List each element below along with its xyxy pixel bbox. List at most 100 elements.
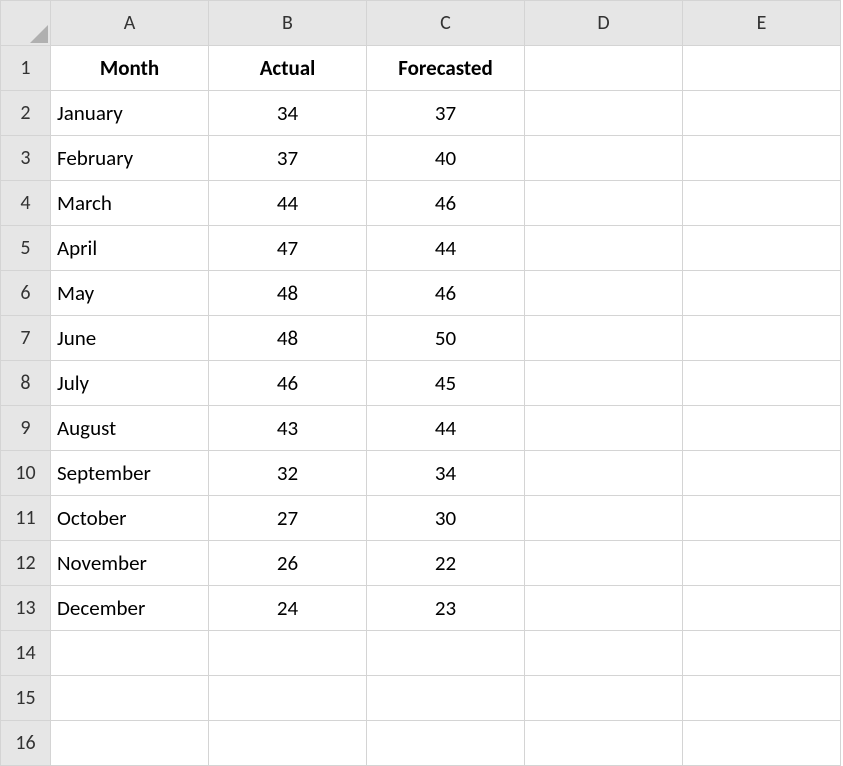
cell-E6[interactable] [683,271,841,316]
cell-C2[interactable]: 37 [367,91,525,136]
col-header-C[interactable]: C [367,1,525,46]
cell-A15[interactable] [51,676,209,721]
row-header-11[interactable]: 11 [1,496,51,541]
cell-B16[interactable] [209,721,367,766]
cell-C8[interactable]: 45 [367,361,525,406]
cell-B3[interactable]: 37 [209,136,367,181]
cell-C4[interactable]: 46 [367,181,525,226]
cell-D1[interactable] [525,46,683,91]
cell-E13[interactable] [683,586,841,631]
cell-B12[interactable]: 26 [209,541,367,586]
cell-B9[interactable]: 43 [209,406,367,451]
cell-D9[interactable] [525,406,683,451]
cell-A8[interactable]: July [51,361,209,406]
cell-D4[interactable] [525,181,683,226]
row-header-9[interactable]: 9 [1,406,51,451]
cell-C10[interactable]: 34 [367,451,525,496]
cell-A6[interactable]: May [51,271,209,316]
cell-D8[interactable] [525,361,683,406]
cell-A13[interactable]: December [51,586,209,631]
cell-C11[interactable]: 30 [367,496,525,541]
cell-E7[interactable] [683,316,841,361]
cell-B5[interactable]: 47 [209,226,367,271]
cell-E8[interactable] [683,361,841,406]
cell-D6[interactable] [525,271,683,316]
cell-D12[interactable] [525,541,683,586]
cell-A16[interactable] [51,721,209,766]
cell-B6[interactable]: 48 [209,271,367,316]
cell-B10[interactable]: 32 [209,451,367,496]
cell-D11[interactable] [525,496,683,541]
cell-D3[interactable] [525,136,683,181]
cell-E5[interactable] [683,226,841,271]
cell-D14[interactable] [525,631,683,676]
cell-C5[interactable]: 44 [367,226,525,271]
row-header-4[interactable]: 4 [1,181,51,226]
cell-B8[interactable]: 46 [209,361,367,406]
row-header-10[interactable]: 10 [1,451,51,496]
col-header-E[interactable]: E [683,1,841,46]
row-header-13[interactable]: 13 [1,586,51,631]
row-header-15[interactable]: 15 [1,676,51,721]
cell-B11[interactable]: 27 [209,496,367,541]
row-header-6[interactable]: 6 [1,271,51,316]
row-header-14[interactable]: 14 [1,631,51,676]
cell-C13[interactable]: 23 [367,586,525,631]
cell-B14[interactable] [209,631,367,676]
cell-B15[interactable] [209,676,367,721]
cell-B13[interactable]: 24 [209,586,367,631]
cell-C1[interactable]: Forecasted [367,46,525,91]
col-header-B[interactable]: B [209,1,367,46]
cell-A5[interactable]: April [51,226,209,271]
cell-E4[interactable] [683,181,841,226]
cell-B2[interactable]: 34 [209,91,367,136]
cell-E10[interactable] [683,451,841,496]
cell-D10[interactable] [525,451,683,496]
cell-D5[interactable] [525,226,683,271]
row-header-2[interactable]: 2 [1,91,51,136]
cell-A12[interactable]: November [51,541,209,586]
cell-B7[interactable]: 48 [209,316,367,361]
row-header-3[interactable]: 3 [1,136,51,181]
cell-C16[interactable] [367,721,525,766]
col-header-D[interactable]: D [525,1,683,46]
cell-A10[interactable]: September [51,451,209,496]
cell-C7[interactable]: 50 [367,316,525,361]
cell-E2[interactable] [683,91,841,136]
cell-E9[interactable] [683,406,841,451]
cell-E1[interactable] [683,46,841,91]
cell-A11[interactable]: October [51,496,209,541]
row-header-1[interactable]: 1 [1,46,51,91]
cell-C15[interactable] [367,676,525,721]
cell-E15[interactable] [683,676,841,721]
cell-C12[interactable]: 22 [367,541,525,586]
cell-E16[interactable] [683,721,841,766]
cell-D7[interactable] [525,316,683,361]
cell-E3[interactable] [683,136,841,181]
cell-C14[interactable] [367,631,525,676]
cell-B1[interactable]: Actual [209,46,367,91]
cell-A4[interactable]: March [51,181,209,226]
cell-E11[interactable] [683,496,841,541]
cell-E12[interactable] [683,541,841,586]
cell-A2[interactable]: January [51,91,209,136]
col-header-A[interactable]: A [51,1,209,46]
row-header-16[interactable]: 16 [1,721,51,766]
row-header-5[interactable]: 5 [1,226,51,271]
select-all-corner[interactable] [1,1,51,46]
cell-A7[interactable]: June [51,316,209,361]
cell-A14[interactable] [51,631,209,676]
row-header-8[interactable]: 8 [1,361,51,406]
cell-C3[interactable]: 40 [367,136,525,181]
cell-A3[interactable]: February [51,136,209,181]
cell-D16[interactable] [525,721,683,766]
cell-E14[interactable] [683,631,841,676]
cell-A1[interactable]: Month [51,46,209,91]
cell-D15[interactable] [525,676,683,721]
cell-D2[interactable] [525,91,683,136]
cell-A9[interactable]: August [51,406,209,451]
row-header-12[interactable]: 12 [1,541,51,586]
cell-C9[interactable]: 44 [367,406,525,451]
row-header-7[interactable]: 7 [1,316,51,361]
cell-D13[interactable] [525,586,683,631]
